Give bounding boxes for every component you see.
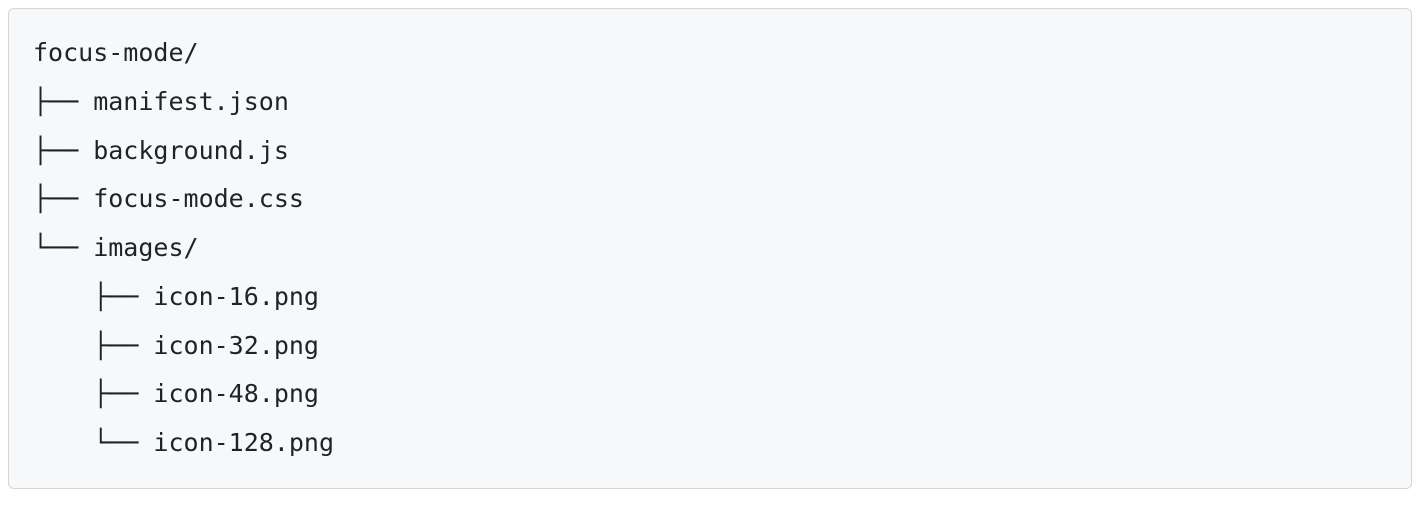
tree-line: └── icon-128.png	[33, 428, 334, 457]
tree-line: ├── icon-16.png	[33, 282, 319, 311]
tree-line: ├── icon-32.png	[33, 331, 319, 360]
tree-line: focus-mode/	[33, 38, 199, 67]
tree-line: └── images/	[33, 233, 199, 262]
tree-line: ├── manifest.json	[33, 87, 289, 116]
directory-tree-code-block: focus-mode/ ├── manifest.json ├── backgr…	[8, 8, 1412, 489]
tree-line: ├── focus-mode.css	[33, 184, 304, 213]
tree-line: ├── background.js	[33, 136, 289, 165]
tree-line: ├── icon-48.png	[33, 379, 319, 408]
